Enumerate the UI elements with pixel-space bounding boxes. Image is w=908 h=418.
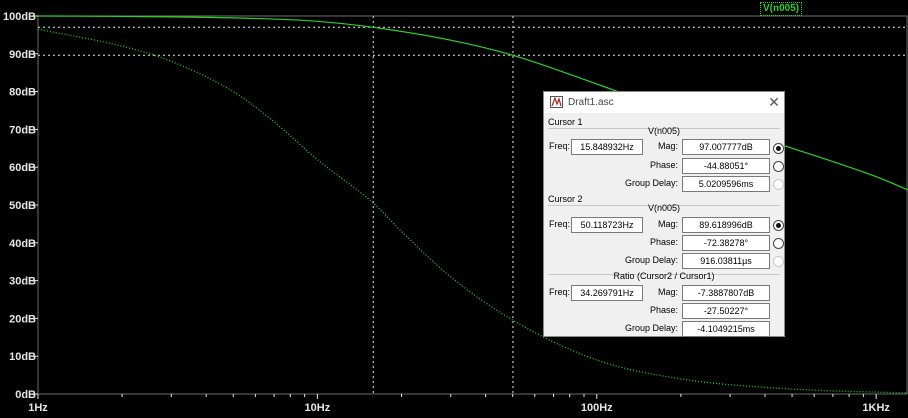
ratio-header: Ratio (Cursor2 / Cursor1) [613, 271, 715, 281]
cursor2-gd-radio[interactable] [773, 256, 784, 267]
cursor2-freq-label: Freq: [548, 219, 570, 229]
cursor1-mag-radio[interactable] [773, 143, 784, 154]
cursor2-mag-radio[interactable] [773, 220, 784, 231]
x-tick-label: 1Hz [28, 402, 48, 414]
cursor1-mag-label: Mag: [657, 141, 678, 151]
cursor2-phase-field[interactable]: -72.38278° [682, 235, 770, 251]
cursor1-phase-field[interactable]: -44.88051° [682, 158, 770, 174]
ratio-freq-label: Freq: [548, 287, 570, 297]
cursor1-freq-label: Freq: [548, 141, 570, 151]
dialog-titlebar[interactable]: Draft1.asc ✕ [544, 92, 784, 113]
ltspice-app-icon [550, 96, 563, 108]
y-tick-label: 0dB [15, 389, 36, 401]
ratio-gd-label: Group Delay: [624, 323, 678, 333]
cursor1-gd-radio[interactable] [773, 179, 784, 190]
y-tick-label: 90dB [9, 49, 36, 61]
cursor2-freq-field[interactable]: 50.118723Hz [571, 217, 643, 233]
cursor2-mag-field[interactable]: 89.618996dB [682, 217, 770, 233]
cursor1-phase-label: Phase: [649, 160, 678, 170]
ratio-mag-field[interactable]: -7.3887807dB [682, 285, 770, 301]
x-tick-label: 1KHz [862, 402, 890, 414]
ratio-phase-label: Phase: [649, 305, 678, 315]
ratio-mag-label: Mag: [657, 287, 678, 297]
cursor1-phase-radio[interactable] [773, 161, 784, 172]
y-tick-label: 60dB [9, 162, 36, 174]
y-tick-label: 100dB [3, 11, 36, 23]
trace-label-v-n005[interactable]: V(n005) [760, 2, 803, 16]
close-icon[interactable]: ✕ [766, 94, 782, 110]
cursor2-gd-label: Group Delay: [624, 255, 678, 265]
y-tick-label: 50dB [9, 200, 36, 212]
y-tick-label: 40dB [9, 238, 36, 250]
x-tick-label: 10Hz [305, 402, 331, 414]
x-tick-label: 100Hz [581, 402, 613, 414]
cursor-dialog[interactable]: Draft1.asc ✕ Cursor 1 V(n005) Freq: 15.8… [543, 91, 785, 337]
cursor2-gd-field[interactable]: 916.03811µs [682, 253, 770, 269]
cursor1-mag-field[interactable]: 97.007777dB [682, 139, 770, 155]
cursor2-phase-label: Phase: [649, 237, 678, 247]
ratio-gd-field[interactable]: -4.1049215ms [682, 321, 770, 337]
cursor2-mag-label: Mag: [657, 219, 678, 229]
dialog-title: Draft1.asc [568, 97, 614, 108]
y-tick-label: 70dB [9, 124, 36, 136]
y-tick-label: 30dB [9, 276, 36, 288]
ratio-freq-field[interactable]: 34.269791Hz [571, 285, 643, 301]
y-tick-label: 10dB [9, 351, 36, 363]
cursor1-trace: V(n005) [647, 126, 681, 136]
cursor1-gd-field[interactable]: 5.0209596ms [682, 176, 770, 192]
y-tick-label: 80dB [9, 87, 36, 99]
cursor1-freq-field[interactable]: 15.848932Hz [571, 139, 643, 155]
cursor1-gd-label: Group Delay: [624, 178, 678, 188]
ratio-phase-field[interactable]: -27.50227° [682, 303, 770, 319]
cursor2-phase-radio[interactable] [773, 238, 784, 249]
y-tick-label: 20dB [9, 313, 36, 325]
cursor2-trace: V(n005) [647, 203, 681, 213]
